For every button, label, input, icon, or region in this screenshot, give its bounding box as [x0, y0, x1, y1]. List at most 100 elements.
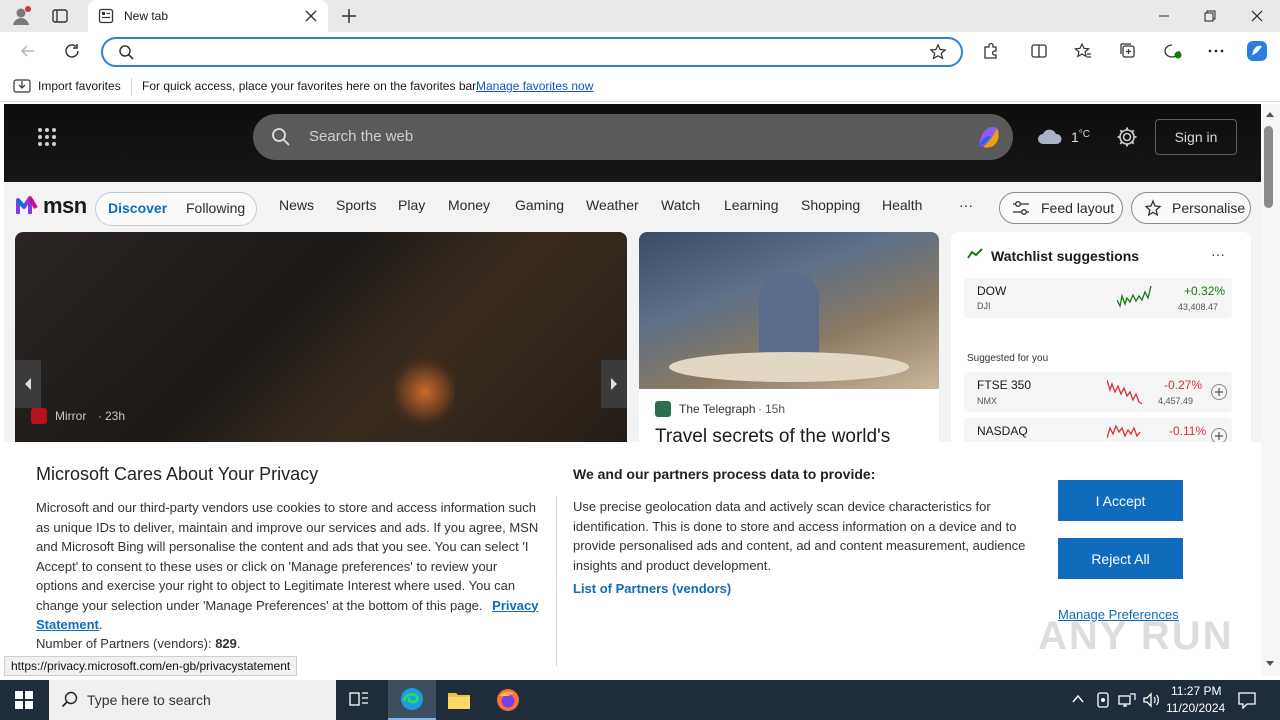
import-favorites-button[interactable]: Import favorites	[38, 79, 121, 93]
privacy-divider	[556, 496, 557, 666]
tab-actions-icon[interactable]	[51, 7, 69, 25]
taskbar-search-placeholder: Type here to search	[87, 692, 211, 708]
nav-learning[interactable]: Learning	[724, 197, 779, 213]
favorites-hint: For quick access, place your favorites h…	[142, 79, 479, 93]
volume-icon[interactable]	[1142, 692, 1160, 708]
reject-all-button[interactable]: Reject All	[1058, 538, 1183, 579]
import-favorites-icon[interactable]	[13, 78, 31, 94]
story-image-table	[669, 352, 909, 382]
search-icon	[118, 44, 135, 61]
feed-layout-button[interactable]: Feed layout	[999, 192, 1123, 224]
taskbar-date[interactable]: 11/20/2024	[1166, 701, 1225, 715]
stock-name: DOW	[977, 284, 1007, 298]
more-menu-icon[interactable]	[1207, 42, 1225, 60]
stock-name: FTSE 350	[977, 378, 1032, 392]
left-story-dot: ·	[98, 409, 102, 423]
privacy-body-text: Microsoft and our third-party vendors us…	[36, 500, 539, 613]
msn-nav-strip: msn Discover Following News Sports Play …	[4, 182, 1261, 232]
manage-favorites-link[interactable]: Manage favorites now	[476, 79, 593, 93]
network-icon[interactable]	[1118, 692, 1136, 708]
partners-label: Number of Partners (vendors):	[36, 636, 212, 651]
story-image	[639, 232, 939, 389]
weather-cloud-icon[interactable]	[1037, 127, 1063, 145]
taskbar-search-box[interactable]: Type here to search	[49, 680, 336, 720]
nav-news[interactable]: News	[279, 197, 314, 213]
minimize-button[interactable]	[1141, 0, 1187, 32]
accept-button[interactable]: I Accept	[1058, 480, 1183, 521]
apps-grid-icon[interactable]	[37, 127, 57, 147]
watchlist-more-button[interactable]: ···	[1211, 246, 1225, 262]
personalise-label: Personalise	[1172, 200, 1246, 216]
left-story-source: Mirror	[55, 409, 87, 423]
nav-weather[interactable]: Weather	[586, 197, 639, 213]
split-screen-icon[interactable]	[1030, 42, 1048, 60]
nav-shopping[interactable]: Shopping	[801, 197, 860, 213]
stock-sparkline	[1107, 376, 1143, 406]
copilot-icon[interactable]	[1245, 39, 1269, 63]
copilot-search-icon[interactable]	[973, 122, 1003, 152]
stock-row-ftse[interactable]: FTSE 350 NMX -0.27% 4,457.49	[964, 372, 1232, 412]
nav-health[interactable]: Health	[882, 197, 922, 213]
address-input[interactable]	[145, 42, 905, 62]
collections-icon[interactable]	[1119, 42, 1137, 60]
nav-sports[interactable]: Sports	[336, 197, 376, 213]
tab-discover[interactable]: Discover	[108, 200, 167, 216]
windows-taskbar: Type here to search 11:27 PM 11/20/2024	[0, 680, 1280, 720]
msn-header: Search the web 1°C Sign in	[4, 104, 1261, 182]
browser-essentials-icon[interactable]	[1163, 42, 1183, 60]
close-window-button[interactable]	[1234, 0, 1280, 32]
settings-gear-icon[interactable]	[1116, 126, 1138, 148]
nav-gaming[interactable]: Gaming	[515, 197, 564, 213]
device-icon[interactable]	[1096, 691, 1110, 709]
new-tab-button[interactable]	[339, 6, 359, 26]
tab-following[interactable]: Following	[186, 200, 245, 216]
tab-new-tab[interactable]: New tab	[88, 0, 328, 32]
scroll-up-arrow[interactable]	[1265, 110, 1275, 118]
file-explorer-icon[interactable]	[447, 689, 471, 711]
msn-search-placeholder: Search the web	[309, 128, 414, 145]
personalise-button[interactable]: Personalise	[1131, 192, 1251, 224]
page-scrollbar[interactable]	[1261, 104, 1280, 676]
nav-play[interactable]: Play	[398, 197, 425, 213]
firefox-icon[interactable]	[496, 688, 520, 712]
list-of-partners-link[interactable]: List of Partners (vendors)	[573, 581, 731, 596]
scroll-down-arrow[interactable]	[1265, 660, 1275, 668]
refresh-button[interactable]	[56, 35, 88, 67]
privacy-period: .	[98, 617, 103, 632]
favorite-star-icon[interactable]	[929, 43, 947, 61]
watchlist-trend-icon	[967, 248, 983, 260]
scroll-thumb[interactable]	[1264, 126, 1273, 208]
nav-money[interactable]: Money	[448, 197, 490, 213]
weather-temp-value: 1	[1071, 129, 1079, 145]
start-button[interactable]	[0, 680, 48, 720]
profile-icon[interactable]	[10, 5, 32, 27]
stock-row-dow[interactable]: DOW DJI +0.32% 43,408.47	[964, 278, 1232, 318]
notifications-icon[interactable]	[1238, 691, 1256, 709]
feed-tab-group: Discover Following	[95, 192, 257, 226]
add-to-watchlist-button[interactable]	[1211, 384, 1227, 400]
taskbar-time[interactable]: 11:27 PM	[1171, 684, 1221, 698]
stock-change: +0.32%	[1184, 284, 1226, 298]
tray-chevron-icon[interactable]	[1072, 694, 1084, 704]
nav-more-button[interactable]: ···	[959, 197, 973, 213]
weather-temp[interactable]: 1°C	[1071, 129, 1090, 145]
carousel-next-button[interactable]	[601, 360, 627, 408]
address-bar[interactable]	[101, 37, 963, 67]
feed-layout-label: Feed layout	[1041, 200, 1115, 216]
restore-button[interactable]	[1187, 0, 1233, 32]
carousel-prev-button[interactable]	[15, 360, 41, 408]
title-bar: New tab	[0, 0, 1280, 32]
favorites-bar: Import favorites For quick access, place…	[0, 72, 1280, 102]
edge-taskbar-icon[interactable]	[388, 680, 436, 720]
extensions-icon[interactable]	[982, 42, 1000, 60]
nav-watch[interactable]: Watch	[661, 197, 700, 213]
msn-search-box[interactable]: Search the web	[253, 114, 1013, 160]
favorites-icon[interactable]	[1074, 42, 1092, 60]
source-logo-telegraph	[655, 401, 671, 417]
task-view-icon[interactable]	[349, 690, 371, 710]
sign-in-button[interactable]: Sign in	[1155, 119, 1237, 155]
stock-name: NASDAQ	[977, 424, 1028, 438]
watchlist-title: Watchlist suggestions	[991, 248, 1140, 264]
back-button[interactable]	[12, 35, 44, 67]
close-tab-icon[interactable]	[304, 9, 318, 23]
